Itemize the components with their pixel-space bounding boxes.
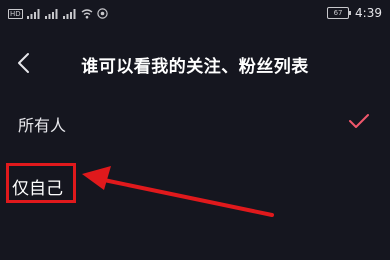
screen: HD 67 4:39 谁可以看我的关注、粉丝列表 所有人 仅自己 [0,0,390,260]
annotation-arrow-icon [82,166,274,217]
